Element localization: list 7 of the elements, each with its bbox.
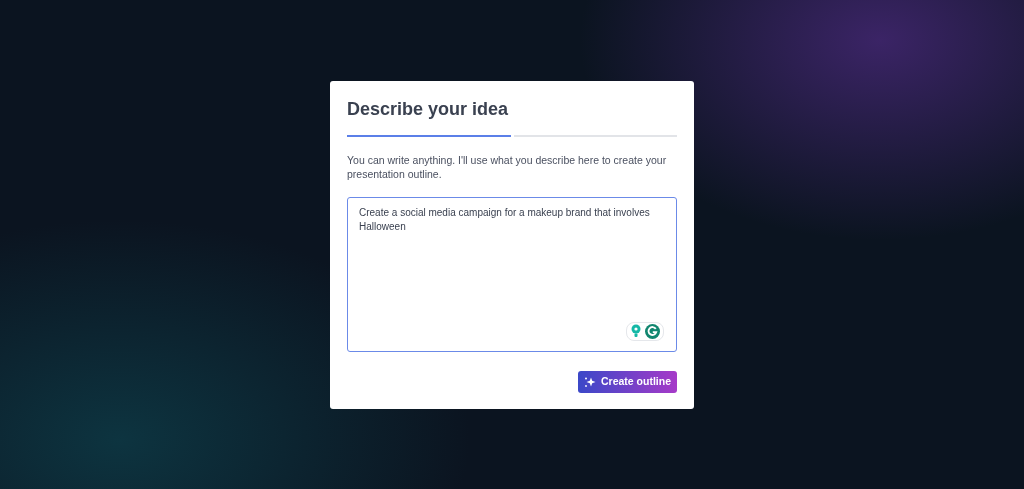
create-outline-button[interactable]: Create outline bbox=[578, 370, 677, 393]
dialog-title: Describe your idea bbox=[347, 97, 509, 121]
grammar-g-icon bbox=[645, 323, 660, 339]
sparkle-icon bbox=[584, 375, 596, 388]
lightbulb-icon bbox=[630, 324, 642, 338]
idea-field[interactable]: Create a social media campaign for a makeup brand that involves Halloween bbox=[347, 196, 677, 352]
description-text: You can write anything. I'll use what you describe here to create your presentation outline. bbox=[347, 152, 668, 181]
